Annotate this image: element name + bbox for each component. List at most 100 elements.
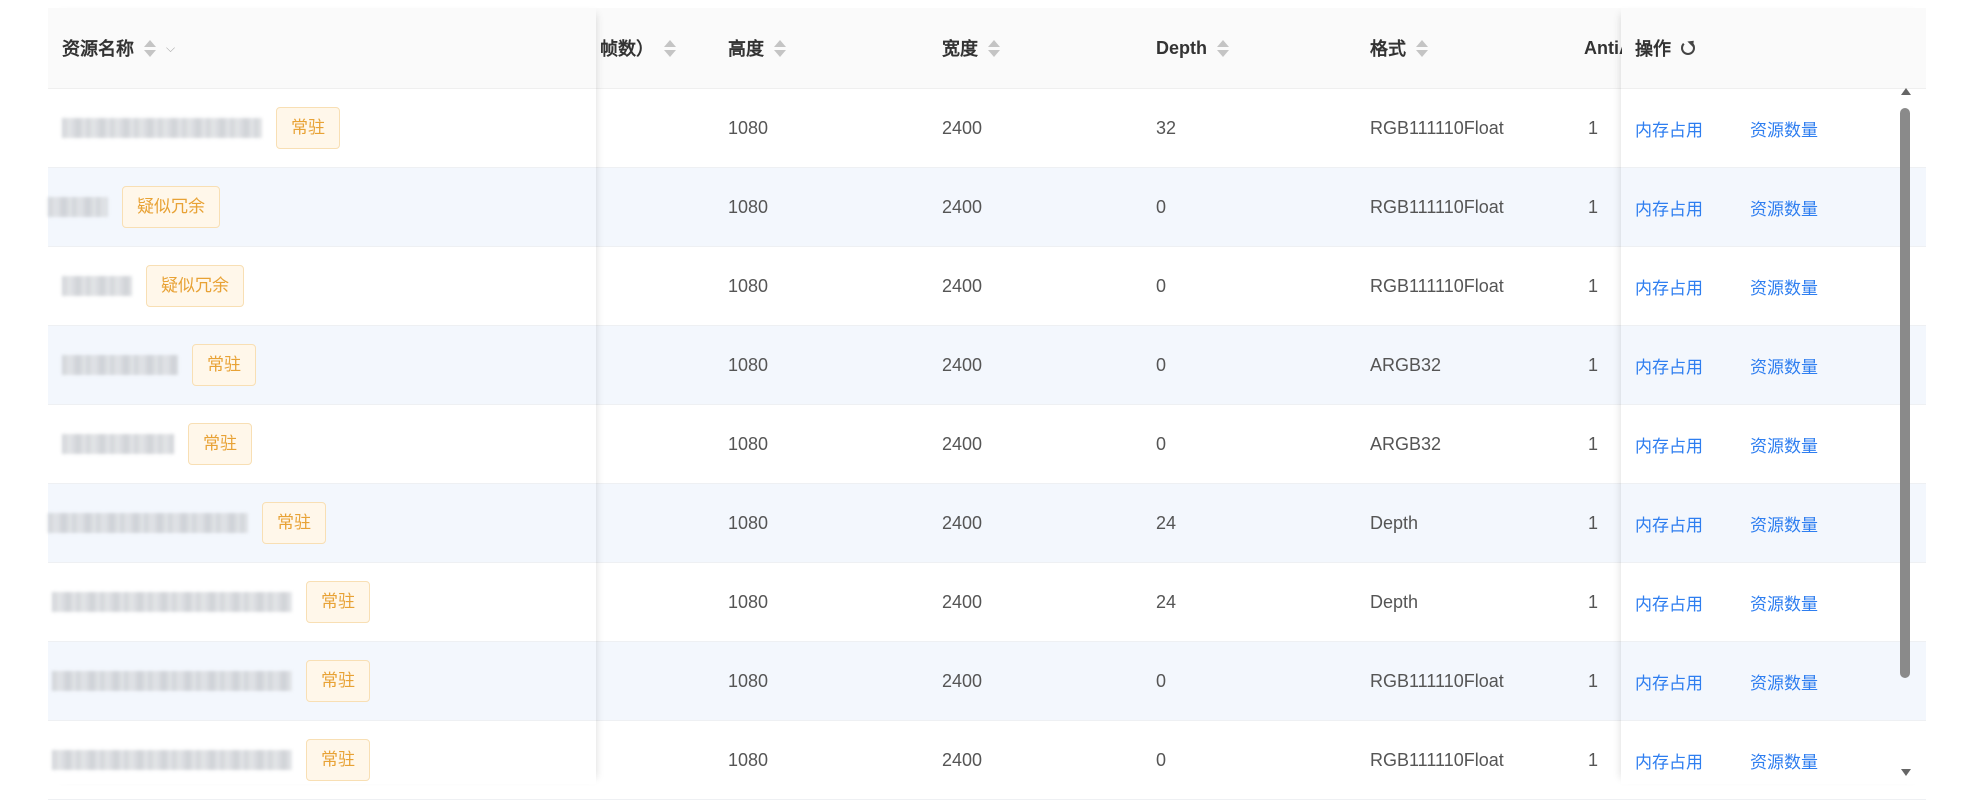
format-cell: Depth [1370,512,1419,533]
width-cell: 2400 [942,670,983,691]
resource-name-cell: 疑似冗余 [48,168,220,246]
width-cell: 2400 [942,433,983,454]
vertical-scrollbar[interactable] [1898,88,1914,776]
resource-count-link[interactable]: 资源数量 [1750,353,1818,378]
format-cell: ARGB32 [1370,354,1442,375]
height-cell: 1080 [728,512,769,533]
table-header: 资源名称 ⌵ 帧数） 高度 宽度 Depth 格式 AntiAl 操作 [48,8,1926,89]
antialias-cell: 1 [1588,275,1599,296]
width-cell: 2400 [942,275,983,296]
column-header-height[interactable]: 高度 [728,8,786,88]
column-header-depth[interactable]: Depth [1156,8,1229,88]
resource-name-redacted [52,671,292,691]
width-cell: 2400 [942,749,983,770]
column-header-frames[interactable]: 帧数） [600,8,676,88]
column-header-width[interactable]: 宽度 [942,8,1000,88]
memory-usage-link[interactable]: 内存占用 [1635,195,1703,220]
memory-usage-link[interactable]: 内存占用 [1635,590,1703,615]
resource-name-redacted [52,592,292,612]
resource-count-link[interactable]: 资源数量 [1750,511,1818,536]
table-row: 常驻 1080 2400 0 RGB111110Float 1 内存占用 资源数… [48,642,1926,721]
memory-usage-link[interactable]: 内存占用 [1635,116,1703,141]
resource-name-cell: 常驻 [52,721,370,799]
status-badge: 常驻 [306,660,370,702]
column-header-antialias[interactable]: AntiAl [1584,8,1622,88]
scroll-up-icon[interactable] [1901,88,1911,95]
column-header-antialias-label: AntiAl [1584,37,1622,58]
format-cell: RGB111110Float [1370,749,1504,770]
sort-icon[interactable] [774,39,786,57]
table-row: 疑似冗余 1080 2400 0 RGB111110Float 1 内存占用 资… [48,168,1926,247]
resource-count-link[interactable]: 资源数量 [1750,274,1818,299]
table-row: 常驻 1080 2400 32 RGB111110Float 1 内存占用 资源… [48,89,1926,168]
memory-usage-link[interactable]: 内存占用 [1635,432,1703,457]
height-cell: 1080 [728,275,769,296]
resource-count-link[interactable]: 资源数量 [1750,432,1818,457]
resource-name-redacted [48,513,248,533]
memory-usage-link[interactable]: 内存占用 [1635,511,1703,536]
status-badge: 常驻 [306,739,370,781]
depth-cell: 0 [1156,749,1167,770]
table-body: 常驻 1080 2400 32 RGB111110Float 1 内存占用 资源… [48,89,1926,800]
resource-name-cell: 常驻 [48,484,326,562]
antialias-cell: 1 [1588,512,1599,533]
resource-count-link[interactable]: 资源数量 [1750,116,1818,141]
column-header-depth-label: Depth [1156,37,1207,58]
column-header-actions: 操作 [1635,8,1695,88]
sort-icon[interactable] [988,39,1000,57]
depth-cell: 32 [1156,117,1177,138]
column-header-name-label: 资源名称 [62,39,134,59]
format-cell: RGB111110Float [1370,196,1504,217]
sort-icon[interactable] [1416,39,1428,57]
column-header-height-label: 高度 [728,39,764,59]
chevron-down-icon[interactable]: ⌵ [166,41,175,56]
status-badge: 常驻 [276,107,340,149]
antialias-cell: 1 [1588,354,1599,375]
resource-table: 资源名称 ⌵ 帧数） 高度 宽度 Depth 格式 AntiAl 操作 [48,8,1926,800]
sort-icon[interactable] [664,39,676,57]
format-cell: ARGB32 [1370,433,1442,454]
scrollbar-thumb[interactable] [1900,108,1910,678]
resource-count-link[interactable]: 资源数量 [1750,669,1818,694]
resource-name-cell: 疑似冗余 [62,247,244,325]
resource-count-link[interactable]: 资源数量 [1750,748,1818,773]
column-header-width-label: 宽度 [942,39,978,59]
column-header-format[interactable]: 格式 [1370,8,1428,88]
sort-icon[interactable] [1217,39,1229,57]
width-cell: 2400 [942,117,983,138]
memory-usage-link[interactable]: 内存占用 [1635,669,1703,694]
status-badge: 疑似冗余 [146,265,244,307]
antialias-cell: 1 [1588,196,1599,217]
resource-name-redacted [48,197,108,217]
depth-cell: 0 [1156,670,1167,691]
table-row: 疑似冗余 1080 2400 0 RGB111110Float 1 内存占用 资… [48,247,1926,326]
resource-name-cell: 常驻 [52,642,370,720]
height-cell: 1080 [728,591,769,612]
status-badge: 疑似冗余 [122,186,220,228]
height-cell: 1080 [728,354,769,375]
depth-cell: 24 [1156,512,1177,533]
resource-count-link[interactable]: 资源数量 [1750,195,1818,220]
memory-usage-link[interactable]: 内存占用 [1635,353,1703,378]
depth-cell: 24 [1156,591,1177,612]
sort-icon[interactable] [144,39,156,57]
antialias-cell: 1 [1588,749,1599,770]
status-badge: 常驻 [262,502,326,544]
resource-name-redacted [62,118,262,138]
width-cell: 2400 [942,591,983,612]
resource-name-redacted [62,434,174,454]
table-row: 常驻 1080 2400 24 Depth 1 内存占用 资源数量 [48,563,1926,642]
antialias-cell: 1 [1588,117,1599,138]
depth-cell: 0 [1156,433,1167,454]
height-cell: 1080 [728,117,769,138]
resource-count-link[interactable]: 资源数量 [1750,590,1818,615]
memory-usage-link[interactable]: 内存占用 [1635,748,1703,773]
refresh-icon[interactable] [1681,41,1695,55]
format-cell: RGB111110Float [1370,117,1504,138]
table-row: 常驻 1080 2400 0 ARGB32 1 内存占用 资源数量 [48,405,1926,484]
column-header-name[interactable]: 资源名称 ⌵ [62,8,175,88]
width-cell: 2400 [942,354,983,375]
format-cell: RGB111110Float [1370,670,1504,691]
memory-usage-link[interactable]: 内存占用 [1635,274,1703,299]
scroll-down-icon[interactable] [1901,769,1911,776]
